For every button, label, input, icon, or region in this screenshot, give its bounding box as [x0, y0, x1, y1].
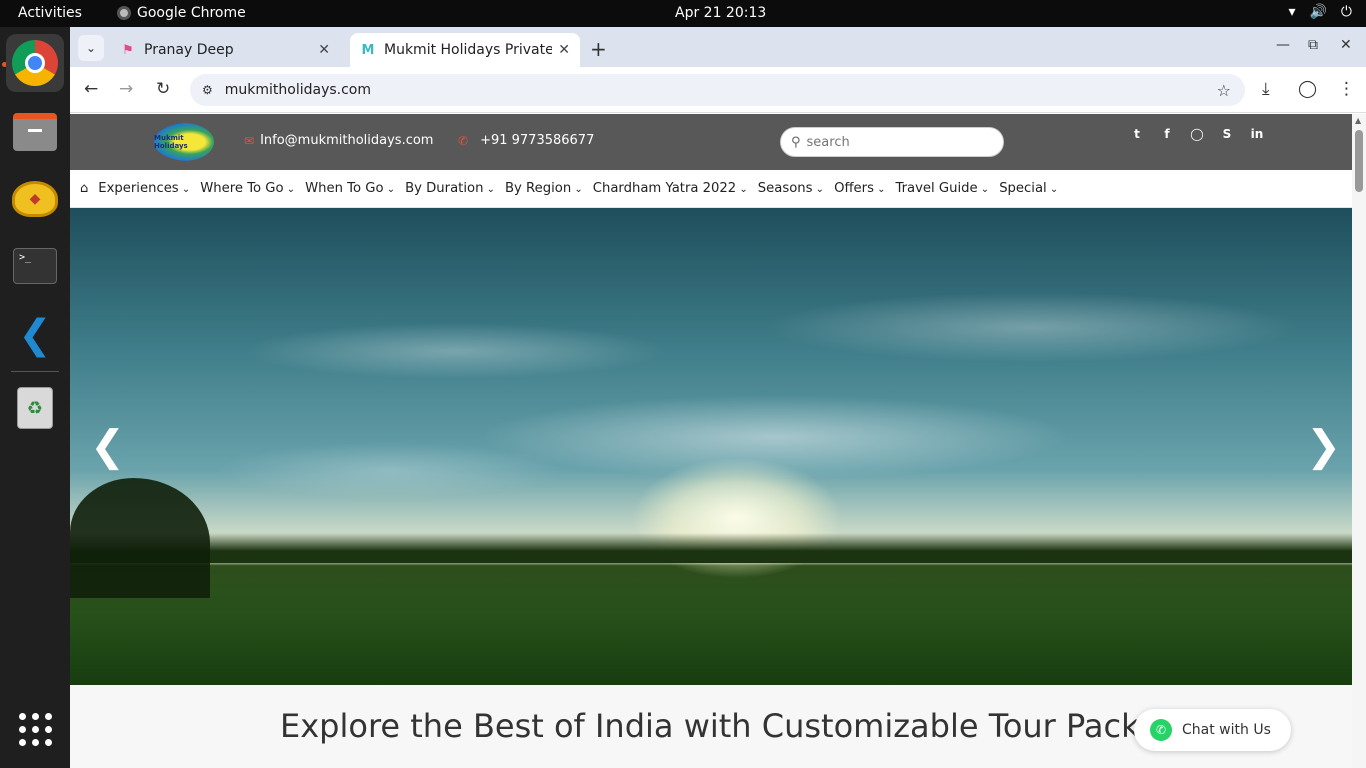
- nav-special[interactable]: Special: [999, 181, 1058, 196]
- site-search-box: ⚲: [780, 127, 1004, 157]
- phone-text: +91 9773586677: [480, 133, 595, 148]
- site-logo[interactable]: Mukmit Holidays: [154, 123, 214, 161]
- site-info-icon[interactable]: ⚙: [202, 83, 213, 97]
- new-tab-button[interactable]: +: [590, 37, 607, 61]
- nav-seasons[interactable]: Seasons: [758, 181, 824, 196]
- tab-mukmit-holidays[interactable]: M Mukmit Holidays Private ✕: [350, 33, 580, 67]
- power-icon: ⏻: [1340, 4, 1352, 20]
- tab-title: Mukmit Holidays Private: [384, 42, 553, 58]
- minimize-icon[interactable]: —: [1276, 37, 1290, 53]
- genie-icon[interactable]: ◆: [6, 170, 64, 228]
- volume-icon: 🔊: [1309, 4, 1327, 20]
- profile-icon[interactable]: ◯: [1298, 79, 1317, 99]
- slider-next-icon[interactable]: ❯: [1306, 421, 1341, 470]
- terminal-icon[interactable]: >_: [6, 237, 64, 295]
- activities-button[interactable]: Activities: [18, 5, 82, 21]
- menu-kebab-icon[interactable]: ⋮: [1338, 79, 1355, 99]
- instagram-icon[interactable]: ◯: [1190, 127, 1204, 141]
- reload-icon[interactable]: ↻: [156, 79, 170, 99]
- phone-link[interactable]: ✆ +91 9773586677: [458, 133, 594, 148]
- nav-offers[interactable]: Offers: [834, 181, 885, 196]
- whatsapp-chat-button[interactable]: ✆ Chat with Us: [1134, 709, 1291, 751]
- dock-separator: [11, 371, 59, 372]
- chat-label: Chat with Us: [1182, 722, 1271, 738]
- page-scrollbar[interactable]: ▲: [1352, 114, 1366, 768]
- files-icon[interactable]: [6, 103, 64, 161]
- phone-icon: ✆: [458, 133, 469, 148]
- download-icon[interactable]: ⤓: [1262, 79, 1270, 99]
- web-page: Mukmit Holidays ✉ Info@mukmitholidays.co…: [70, 114, 1352, 768]
- slider-prev-icon[interactable]: ❮: [90, 421, 125, 470]
- site-header: Mukmit Holidays ✉ Info@mukmitholidays.co…: [70, 114, 1352, 170]
- nav-by-duration[interactable]: By Duration: [405, 181, 495, 196]
- app-grid-icon[interactable]: [6, 700, 64, 758]
- linkedin-icon[interactable]: in: [1250, 127, 1264, 141]
- close-window-icon[interactable]: ✕: [1340, 37, 1352, 53]
- search-input[interactable]: [806, 134, 977, 150]
- close-tab-icon[interactable]: ✕: [558, 42, 570, 58]
- restore-icon[interactable]: ⧉: [1308, 37, 1318, 53]
- close-tab-icon[interactable]: ✕: [318, 42, 330, 58]
- scrollbar-thumb[interactable]: [1355, 130, 1363, 192]
- page-heading: Explore the Best of India with Customiza…: [280, 707, 1216, 745]
- bookmark-star-icon[interactable]: ☆: [1217, 81, 1231, 100]
- chrome-small-icon: [117, 6, 131, 20]
- clock[interactable]: Apr 21 20:13: [675, 5, 766, 21]
- mukmit-favicon: M: [361, 42, 375, 58]
- browser-toolbar: ← → ↻ ⚙ mukmitholidays.com ☆ ⤓ ◯ ⋮: [70, 67, 1366, 113]
- hero-image: [70, 208, 1352, 685]
- main-nav: ⌂ Experiences Where To Go When To Go By …: [70, 170, 1352, 208]
- social-links: t f ◯ S in: [1130, 127, 1264, 141]
- app-menu[interactable]: Google Chrome: [117, 5, 246, 21]
- back-icon[interactable]: ←: [84, 79, 98, 99]
- hero-slider: ❮ ❯: [70, 208, 1352, 685]
- logo-text: Mukmit Holidays: [154, 134, 188, 150]
- system-status[interactable]: ▾ 🔊 ⏻: [1288, 4, 1352, 20]
- trash-icon[interactable]: ♻: [6, 379, 64, 437]
- tab-title: Pranay Deep: [144, 42, 234, 58]
- url-text: mukmitholidays.com: [224, 82, 372, 98]
- nav-experiences[interactable]: Experiences: [98, 181, 190, 196]
- tab-strip: ⌄ ⚑ Pranay Deep ✕ M Mukmit Holidays Priv…: [70, 27, 1366, 67]
- email-link[interactable]: ✉ Info@mukmitholidays.com: [244, 133, 433, 148]
- envelope-icon: ✉: [244, 133, 255, 148]
- wifi-icon: ▾: [1288, 4, 1296, 20]
- twitter-icon[interactable]: t: [1130, 127, 1144, 141]
- nav-chardham-yatra[interactable]: Chardham Yatra 2022: [593, 181, 748, 196]
- system-top-bar: Activities Google Chrome Apr 21 20:13 ▾ …: [0, 0, 1366, 27]
- nav-travel-guide[interactable]: Travel Guide: [896, 181, 990, 196]
- tab-search-button[interactable]: ⌄: [78, 35, 104, 61]
- home-icon[interactable]: ⌂: [80, 181, 88, 196]
- chrome-icon[interactable]: [6, 34, 64, 92]
- forward-icon[interactable]: →: [119, 79, 133, 99]
- facebook-icon[interactable]: f: [1160, 127, 1174, 141]
- nav-by-region[interactable]: By Region: [505, 181, 583, 196]
- skype-icon[interactable]: S: [1220, 127, 1234, 141]
- hero-treeline: [70, 533, 1352, 563]
- scroll-up-icon[interactable]: ▲: [1355, 116, 1361, 125]
- nav-where-to-go[interactable]: Where To Go: [200, 181, 295, 196]
- dock: ◆ >_ ❮ ♻: [0, 27, 70, 768]
- tab-pranay-deep[interactable]: ⚑ Pranay Deep ✕: [110, 33, 340, 67]
- whatsapp-icon: ✆: [1150, 719, 1172, 741]
- email-text: Info@mukmitholidays.com: [260, 133, 434, 148]
- vscode-icon[interactable]: ❮: [6, 306, 64, 364]
- nav-when-to-go[interactable]: When To Go: [305, 181, 395, 196]
- pranay-favicon: ⚑: [122, 42, 134, 58]
- address-bar[interactable]: ⚙ mukmitholidays.com ☆: [190, 74, 1245, 106]
- app-name: Google Chrome: [137, 5, 246, 21]
- search-icon: ⚲: [791, 134, 801, 150]
- chrome-window: ⌄ ⚑ Pranay Deep ✕ M Mukmit Holidays Priv…: [70, 27, 1366, 768]
